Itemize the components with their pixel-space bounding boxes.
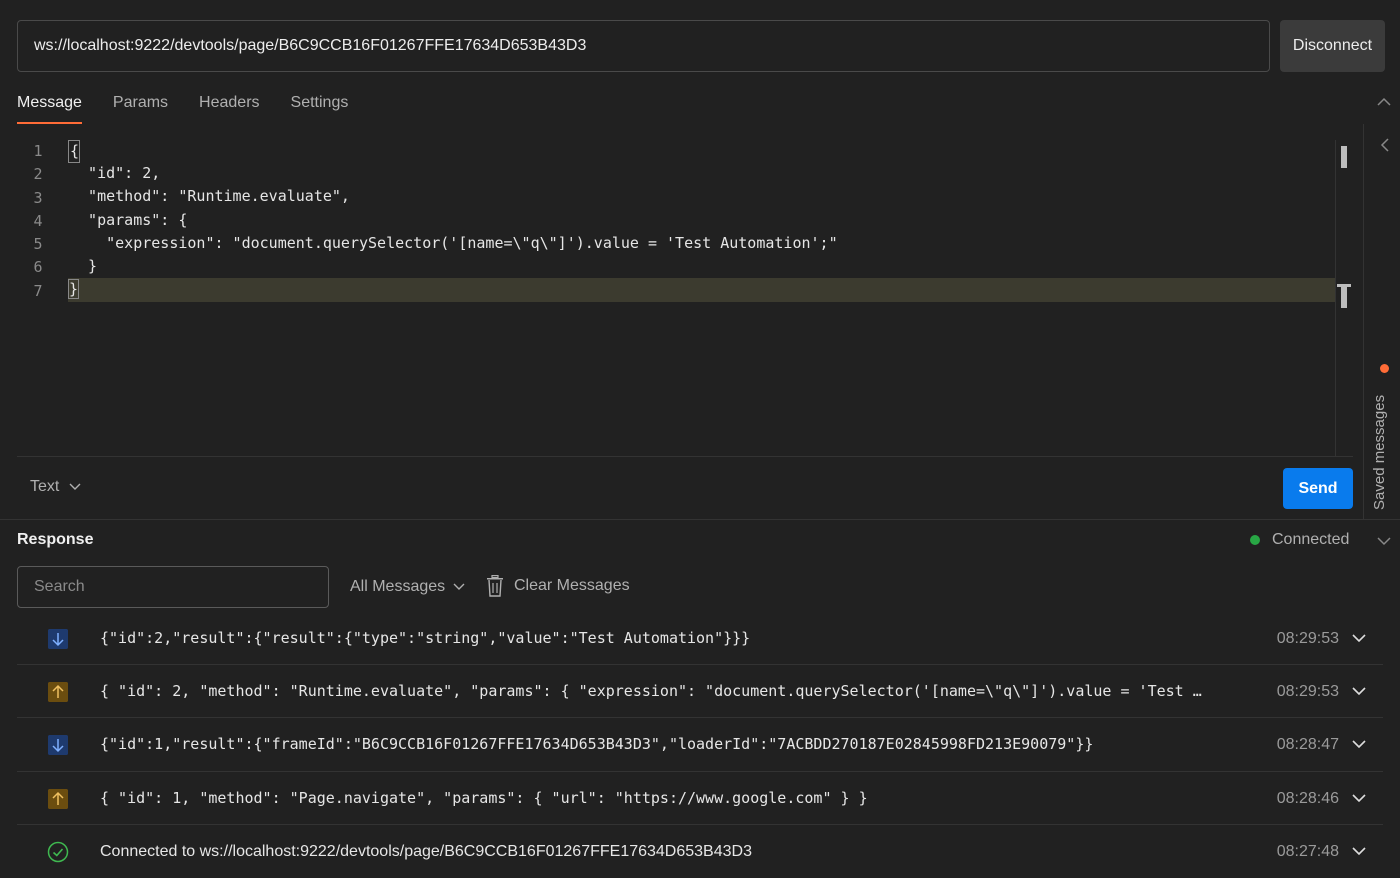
line-number: 2 <box>33 165 43 184</box>
connection-status: Connected <box>1250 531 1349 549</box>
arrow-down-icon <box>48 629 68 649</box>
chevron-down-icon[interactable] <box>1352 846 1366 856</box>
chevron-down-icon <box>453 583 465 590</box>
saved-messages-toggle[interactable]: Saved messages <box>1371 395 1388 510</box>
message-text: { "id": 1, "method": "Page.navigate", "p… <box>100 788 868 807</box>
chevron-down-icon <box>69 483 81 490</box>
message-time: 08:28:46 <box>1276 789 1339 807</box>
message-time: 08:27:48 <box>1276 842 1339 860</box>
message-filter-dropdown[interactable]: All Messages <box>350 578 465 596</box>
cursor-position-marker <box>1337 284 1351 308</box>
code-line[interactable]: "expression": "document.querySelector('[… <box>69 232 1335 255</box>
code-line[interactable]: { <box>67 140 81 163</box>
response-title: Response <box>17 531 94 548</box>
message-format-select[interactable]: Text <box>30 478 81 496</box>
section-divider <box>0 519 1400 520</box>
message-row[interactable]: { "id": 1, "method": "Page.navigate", "p… <box>17 772 1383 825</box>
clear-messages-button[interactable]: Clear Messages <box>486 575 630 597</box>
message-list: {"id":2,"result":{"result":{"type":"stri… <box>17 612 1383 878</box>
message-text: Connected to ws://localhost:9222/devtool… <box>100 842 752 860</box>
code-line[interactable]: "params": { <box>69 209 1335 232</box>
line-number: 6 <box>33 258 43 277</box>
message-text: {"id":1,"result":{"frameId":"B6C9CCB16F0… <box>100 735 1094 754</box>
message-time: 08:29:53 <box>1276 683 1339 701</box>
search-input[interactable] <box>17 566 329 608</box>
message-text: {"id":2,"result":{"result":{"type":"stri… <box>100 629 751 647</box>
code-content[interactable]: { "id": 2, "method": "Runtime.evaluate",… <box>67 140 1335 302</box>
tab-params[interactable]: Params <box>113 86 168 124</box>
arrow-up-icon <box>48 682 68 703</box>
websocket-url-input[interactable] <box>17 20 1270 72</box>
tab-settings[interactable]: Settings <box>291 86 349 124</box>
line-number: 7 <box>33 281 43 300</box>
editor-divider <box>17 456 1353 457</box>
code-line-current[interactable]: } <box>67 278 1335 302</box>
message-editor[interactable]: 1 2 3 4 5 6 7 { "id": 2, "method": "Runt… <box>17 140 1353 456</box>
arrow-up-icon <box>48 788 68 809</box>
chevron-down-icon[interactable] <box>1377 536 1391 546</box>
tab-message[interactable]: Message <box>17 86 82 124</box>
code-line-text: } <box>67 279 80 300</box>
status-label: Connected <box>1272 531 1350 548</box>
line-number-gutter: 1 2 3 4 5 6 7 <box>17 140 57 303</box>
trash-icon <box>487 575 503 597</box>
clear-messages-label: Clear Messages <box>514 577 630 594</box>
saved-messages-indicator <box>1380 364 1389 373</box>
status-dot-icon <box>1250 535 1260 545</box>
editor-scrollbar-thumb[interactable] <box>1341 146 1347 168</box>
message-row[interactable]: {"id":1,"result":{"frameId":"B6C9CCB16F0… <box>17 718 1383 772</box>
request-panel: Disconnect Message Params Headers Settin… <box>0 0 1400 520</box>
message-time: 08:29:53 <box>1276 630 1339 647</box>
code-line[interactable]: } <box>69 255 1335 278</box>
disconnect-button[interactable]: Disconnect <box>1280 20 1385 72</box>
chevron-up-icon[interactable] <box>1376 96 1392 108</box>
request-tabs: Message Params Headers Settings <box>17 86 379 124</box>
line-number: 3 <box>33 188 43 207</box>
message-time: 08:28:47 <box>1276 736 1339 754</box>
chevron-down-icon[interactable] <box>1352 633 1366 643</box>
code-line[interactable]: "id": 2, <box>69 162 1335 185</box>
message-row[interactable]: { "id": 2, "method": "Runtime.evaluate",… <box>17 665 1383 719</box>
send-button[interactable]: Send <box>1283 468 1353 509</box>
arrow-down-icon <box>48 735 68 756</box>
message-row[interactable]: Connected to ws://localhost:9222/devtool… <box>17 825 1383 878</box>
message-row[interactable]: {"id":2,"result":{"result":{"type":"stri… <box>17 612 1383 666</box>
chevron-down-icon[interactable] <box>1352 739 1366 749</box>
message-text: { "id": 2, "method": "Runtime.evaluate",… <box>100 682 1210 701</box>
message-format-label: Text <box>30 478 60 495</box>
line-number: 1 <box>33 142 43 160</box>
editor-scroll-track[interactable] <box>1335 140 1336 456</box>
code-line[interactable]: "method": "Runtime.evaluate", <box>69 185 1335 208</box>
line-number: 5 <box>33 235 43 254</box>
message-filter-label: All Messages <box>350 578 446 595</box>
check-circle-icon <box>47 841 69 862</box>
tab-headers[interactable]: Headers <box>199 86 259 124</box>
chevron-down-icon[interactable] <box>1352 686 1366 696</box>
sidebar-divider <box>1363 124 1364 520</box>
chevron-left-icon[interactable] <box>1380 138 1390 152</box>
line-number: 4 <box>33 211 43 230</box>
chevron-down-icon[interactable] <box>1352 793 1366 803</box>
